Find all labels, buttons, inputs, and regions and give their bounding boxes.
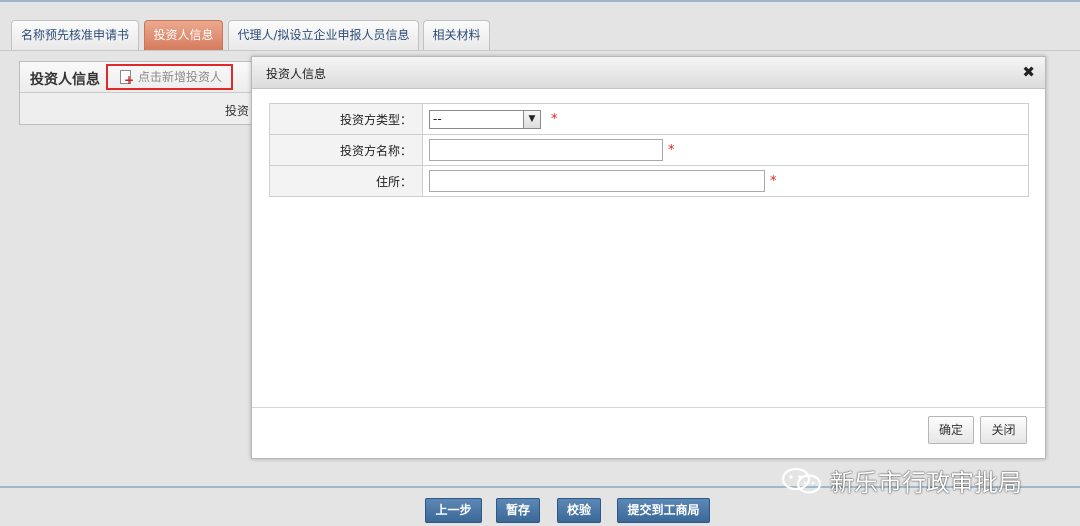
- tab-materials[interactable]: 相关材料: [423, 20, 490, 51]
- dialog-header: 投资人信息 ✖: [252, 57, 1045, 89]
- investor-type-select[interactable]: -- ▼: [429, 110, 541, 129]
- top-border: [0, 0, 1080, 2]
- panel-header: 投资人信息 点击新增投资人: [20, 62, 258, 93]
- required-mark: *: [668, 143, 675, 158]
- submit-button[interactable]: 提交到工商局: [617, 498, 710, 523]
- panel-title: 投资人信息: [30, 72, 100, 88]
- tab-bar: 名称预先核准申请书 投资人信息 代理人/拟设立企业申报人员信息 相关材料: [0, 20, 1080, 51]
- prev-step-button[interactable]: 上一步: [425, 498, 482, 523]
- tab-investor-info[interactable]: 投资人信息: [144, 20, 223, 51]
- form-row: 投资方名称： *: [269, 134, 1029, 166]
- address-input[interactable]: [429, 170, 765, 192]
- close-button[interactable]: 关闭: [980, 416, 1027, 444]
- confirm-button[interactable]: 确定: [928, 416, 974, 444]
- form-row: 投资方类型： -- ▼ *: [269, 103, 1029, 135]
- investor-dialog: 投资人信息 ✖ 投资方类型： -- ▼ * 投资方名称： * 住所： * 确定 …: [251, 56, 1046, 459]
- add-document-icon: [120, 70, 134, 86]
- add-investor-button[interactable]: 点击新增投资人: [106, 64, 233, 90]
- required-mark: *: [770, 174, 777, 189]
- column-header: 投资: [225, 104, 250, 118]
- tab-agent-info[interactable]: 代理人/拟设立企业申报人员信息: [228, 20, 419, 51]
- investor-name-input[interactable]: [429, 139, 663, 161]
- dialog-footer-divider: [252, 407, 1045, 408]
- required-mark: *: [551, 112, 558, 127]
- investor-panel: 投资人信息 点击新增投资人 投资: [19, 61, 259, 125]
- wechat-icon: [781, 468, 822, 494]
- investor-name-label: 投资方名称：: [269, 134, 423, 166]
- save-draft-button[interactable]: 暂存: [496, 498, 540, 523]
- tab-name-approval[interactable]: 名称预先核准申请书: [11, 20, 139, 51]
- validate-button[interactable]: 校验: [557, 498, 601, 523]
- investor-type-label: 投资方类型：: [269, 103, 423, 135]
- address-label: 住所：: [269, 165, 423, 197]
- tab-divider: [0, 50, 1080, 51]
- close-icon[interactable]: ✖: [1022, 63, 1035, 81]
- investor-type-value: --: [433, 112, 442, 126]
- investor-form: 投资方类型： -- ▼ * 投资方名称： * 住所： *: [269, 103, 1029, 197]
- form-row: 住所： *: [269, 165, 1029, 197]
- dialog-title: 投资人信息: [266, 67, 327, 81]
- watermark-text: 新乐市行政审批局: [830, 469, 1022, 497]
- chevron-down-icon: ▼: [523, 111, 540, 128]
- add-investor-label: 点击新增投资人: [138, 70, 223, 84]
